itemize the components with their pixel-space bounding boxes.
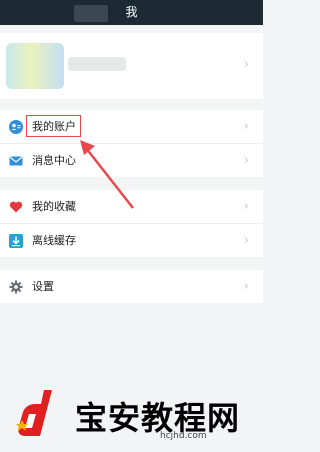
- watermark-logo-icon: [16, 390, 52, 436]
- watermark-url: hcjhd.com: [160, 431, 207, 441]
- watermark-text: 宝安教程网: [75, 399, 241, 437]
